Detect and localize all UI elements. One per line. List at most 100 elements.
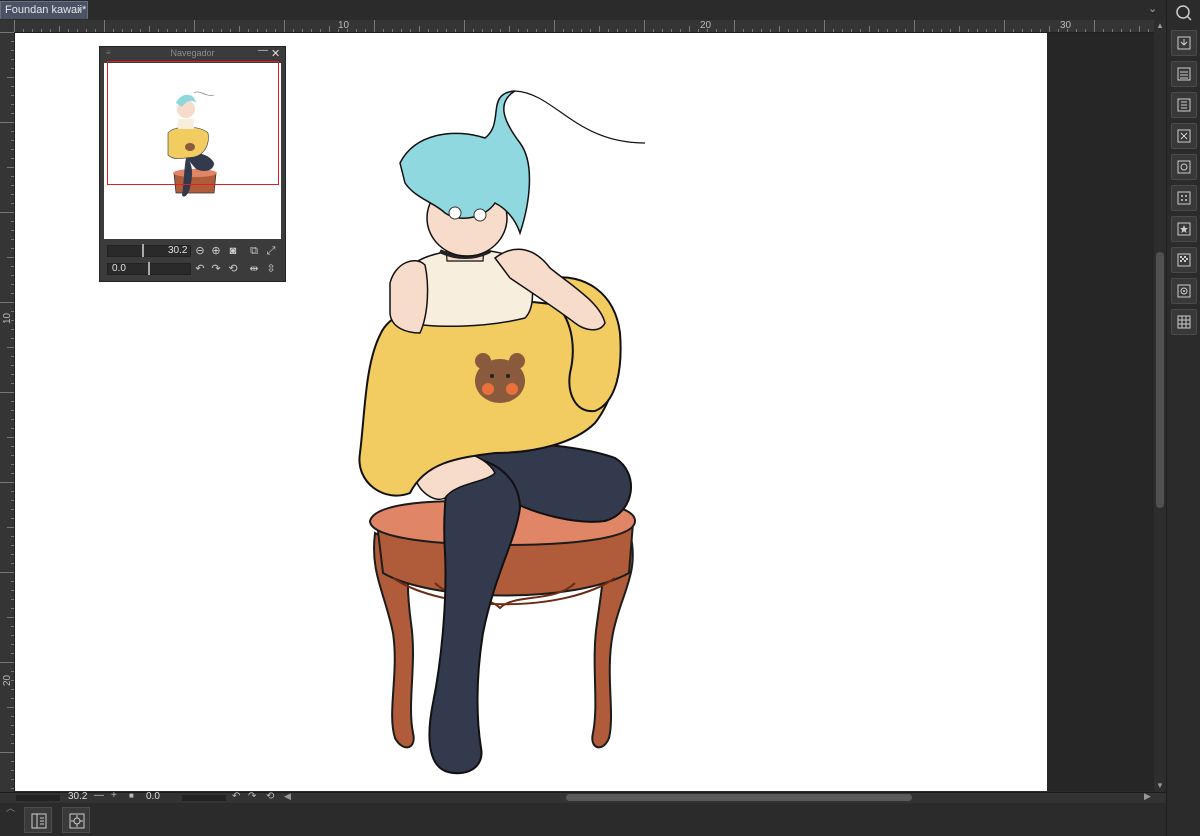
ruler-tick bbox=[941, 29, 942, 32]
ruler-tick bbox=[842, 29, 843, 32]
vertical-scroll-thumb[interactable] bbox=[1156, 252, 1164, 508]
image-material-icon[interactable] bbox=[1171, 278, 1197, 304]
tool-property-button[interactable] bbox=[62, 807, 90, 833]
ruler-tick bbox=[986, 29, 987, 32]
ruler-tick bbox=[1076, 29, 1077, 32]
horizontal-ruler: 10 20 30 bbox=[0, 20, 1154, 33]
collapse-chevron-icon[interactable]: ︿ bbox=[6, 801, 15, 814]
status-rotate-right-icon[interactable]: ↷ bbox=[248, 791, 256, 802]
ruler-tick bbox=[311, 29, 312, 32]
ruler-tick bbox=[11, 374, 14, 375]
delete-icon[interactable] bbox=[1171, 123, 1197, 149]
status-zoom-in-icon[interactable]: + bbox=[111, 790, 117, 801]
ruler-tick bbox=[1085, 29, 1086, 32]
reset-rotation-icon[interactable]: ⟲ bbox=[227, 263, 239, 275]
ruler-tick bbox=[11, 140, 14, 141]
ruler-tick bbox=[401, 29, 402, 32]
ruler-tick bbox=[11, 266, 14, 267]
status-reset-rotation-icon[interactable]: ⟲ bbox=[266, 791, 274, 802]
status-zoom-slider[interactable] bbox=[16, 795, 60, 801]
scroll-right-icon[interactable]: ▶ bbox=[1144, 791, 1151, 802]
tab-menu-chevron-icon[interactable]: ⌄ bbox=[1148, 2, 1157, 15]
ruler-tick bbox=[11, 293, 14, 294]
ruler-tick bbox=[0, 482, 14, 483]
ruler-tick bbox=[617, 29, 618, 32]
fit-window-icon[interactable]: ⧉ bbox=[248, 245, 260, 257]
zoom-value: 30.2 bbox=[168, 245, 188, 256]
horizontal-scroll-thumb[interactable] bbox=[566, 794, 912, 801]
rotate-right-icon[interactable]: ↷ bbox=[210, 263, 222, 275]
rotate-slider[interactable]: 0.0 bbox=[107, 262, 191, 275]
scroll-down-icon[interactable]: ▼ bbox=[1154, 780, 1166, 792]
canvas-status-bar: 30.2 — + ■ 0.0 ↶ ↷ ⟲ ◀ ▶ bbox=[0, 790, 1166, 803]
rotate-left-icon[interactable]: ↶ bbox=[194, 263, 206, 275]
document-tab[interactable]: Foundan kawaii* ● bbox=[0, 1, 88, 19]
sub-tool-panel-button[interactable] bbox=[24, 807, 52, 833]
status-rotate-left-icon[interactable]: ↶ bbox=[232, 791, 240, 802]
bottom-command-bar: ︿ bbox=[0, 803, 1166, 836]
ruler-tick bbox=[11, 734, 14, 735]
ruler-tick bbox=[11, 176, 14, 177]
ruler-tick bbox=[230, 29, 231, 32]
ruler-tick bbox=[0, 752, 14, 753]
ruler-tick bbox=[1103, 29, 1104, 32]
ruler-tick bbox=[11, 779, 14, 780]
material-icon[interactable] bbox=[1171, 154, 1197, 180]
ruler-tick bbox=[329, 26, 330, 32]
ruler-tick bbox=[878, 29, 879, 32]
tone-icon[interactable] bbox=[1171, 185, 1197, 211]
document-tab-bar: Foundan kawaii* ● ⌄ bbox=[0, 0, 1166, 21]
rotate-slider-thumb[interactable] bbox=[148, 262, 150, 275]
scroll-left-icon[interactable]: ◀ bbox=[284, 791, 291, 802]
ruler-tick bbox=[149, 26, 150, 32]
navigator-titlebar[interactable]: ≡ Navegador — ✕ bbox=[100, 45, 285, 61]
ruler-tick bbox=[761, 29, 762, 32]
zoom-in-icon[interactable]: ⊕ bbox=[210, 245, 222, 257]
ruler-tick bbox=[194, 20, 195, 32]
ruler-tick bbox=[7, 347, 14, 348]
ruler-tick bbox=[11, 455, 14, 456]
texture-icon[interactable] bbox=[1171, 247, 1197, 273]
navigator-view-rectangle[interactable] bbox=[107, 61, 279, 185]
ruler-tick bbox=[374, 20, 375, 32]
zoom-slider-thumb[interactable] bbox=[142, 244, 144, 257]
status-zoom-value[interactable]: 30.2 bbox=[68, 791, 87, 802]
ruler-tick bbox=[464, 20, 465, 32]
actual-size-icon[interactable]: ◙ bbox=[227, 245, 239, 257]
status-rotate-slider[interactable] bbox=[182, 795, 226, 801]
minimize-icon[interactable]: — bbox=[258, 45, 268, 56]
status-rotate-value[interactable]: 0.0 bbox=[146, 791, 160, 802]
layer-properties-icon[interactable] bbox=[1171, 61, 1197, 87]
ruler-tick bbox=[716, 29, 717, 32]
status-fit-icon[interactable]: ■ bbox=[129, 791, 134, 800]
ruler-tick bbox=[0, 212, 14, 213]
ruler-tick bbox=[995, 29, 996, 32]
ruler-tick bbox=[113, 29, 114, 32]
ruler-tick bbox=[32, 29, 33, 32]
navigator-panel[interactable]: ≡ Navegador — ✕ 30.2 ⊖ ⊕ ◙ ⧉ ⤢ 0.0 ↶ ↷ ⟲… bbox=[99, 45, 286, 282]
zoom-slider[interactable]: 30.2 bbox=[107, 244, 191, 257]
flip-vertical-icon[interactable]: ⇳ bbox=[265, 263, 277, 275]
ruler-tick bbox=[860, 29, 861, 32]
ruler-tick bbox=[7, 77, 14, 78]
favorite-material-icon[interactable] bbox=[1171, 216, 1197, 242]
ruler-tick bbox=[7, 437, 14, 438]
ruler-tick bbox=[0, 32, 14, 33]
navigator-panel-icon[interactable] bbox=[1175, 4, 1193, 22]
ruler-tick bbox=[86, 29, 87, 32]
ruler-tick bbox=[770, 29, 771, 32]
tab-close-icon[interactable]: ● bbox=[77, 4, 82, 14]
import-icon[interactable] bbox=[1171, 30, 1197, 56]
fit-screen-icon[interactable]: ⤢ bbox=[265, 245, 277, 257]
scroll-up-icon[interactable]: ▲ bbox=[1154, 20, 1166, 32]
grid-material-icon[interactable] bbox=[1171, 309, 1197, 335]
zoom-out-icon[interactable]: ⊖ bbox=[194, 245, 206, 257]
ruler-tick bbox=[176, 29, 177, 32]
ruler-tick bbox=[455, 29, 456, 32]
status-zoom-out-icon[interactable]: — bbox=[94, 790, 104, 801]
flip-horizontal-icon[interactable]: ⇹ bbox=[248, 263, 260, 275]
close-icon[interactable]: ✕ bbox=[271, 47, 280, 60]
ruler-tick bbox=[0, 572, 14, 573]
ruler-tick bbox=[662, 29, 663, 32]
history-icon[interactable] bbox=[1171, 92, 1197, 118]
